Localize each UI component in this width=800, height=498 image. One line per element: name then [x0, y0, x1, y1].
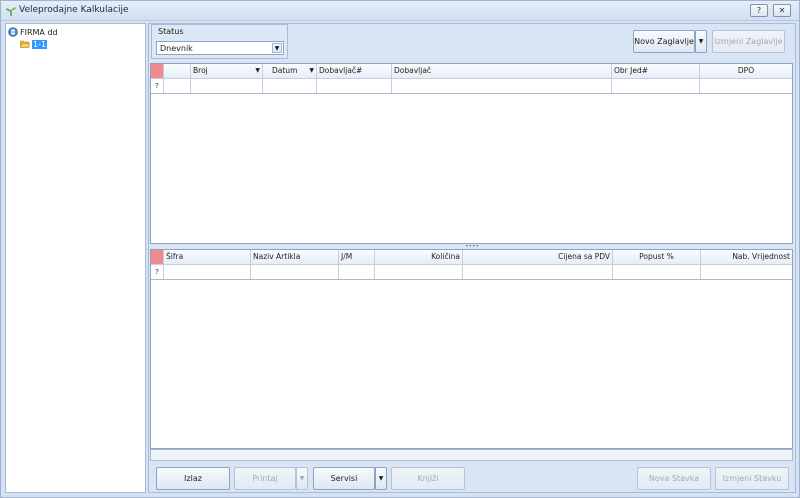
print-button[interactable]: Printaj: [234, 467, 296, 490]
status-group: Status Dnevnik ▼: [151, 24, 288, 59]
filter-cell[interactable]: [317, 79, 392, 93]
chevron-down-icon[interactable]: ▼: [272, 43, 282, 53]
services-button[interactable]: Servisi: [313, 467, 375, 490]
chevron-down-icon[interactable]: ▼: [309, 64, 314, 78]
column-header-dobavljac[interactable]: Dobavljač: [392, 64, 612, 78]
new-header-dropdown[interactable]: ▼: [695, 30, 707, 53]
title-bar: Veleprodajne Kalkulacije ? ✕: [1, 1, 799, 21]
column-header-datum-label: Datum: [272, 66, 298, 75]
items-grid-columns: Šifra Naziv Artikla J/M Količina Cijena …: [151, 250, 792, 265]
column-header-dobavljac-id[interactable]: Dobavljač#: [317, 64, 392, 78]
bottom-toolbar: Izlaz Printaj ▼ Servisi ▼ Knjiži Nova St…: [149, 464, 795, 492]
filter-cell[interactable]: [164, 79, 191, 93]
filter-cell[interactable]: [251, 265, 339, 279]
filter-cell[interactable]: [164, 265, 251, 279]
filter-cell[interactable]: [613, 265, 701, 279]
post-button[interactable]: Knjiži: [391, 467, 465, 490]
tree-panel: FIRMA dd 1-1: [5, 23, 146, 493]
status-caption: Status: [158, 27, 184, 36]
print-dropdown[interactable]: ▼: [296, 467, 308, 490]
status-select[interactable]: Dnevnik ▼: [156, 41, 284, 55]
close-button[interactable]: ✕: [773, 4, 791, 17]
new-header-button[interactable]: Novo Zaglavlje: [633, 30, 695, 53]
header-grid-columns: Broj ▼ Datum ▼ Dobavljač# Dobavljač Obr Je…: [151, 64, 792, 79]
filter-cell[interactable]: [392, 79, 612, 93]
exit-button[interactable]: Izlaz: [156, 467, 230, 490]
filter-cell[interactable]: [463, 265, 613, 279]
help-button[interactable]: ?: [750, 4, 768, 17]
folder-open-icon: [20, 40, 30, 48]
database-icon: [8, 27, 18, 37]
column-header-sifra[interactable]: Šifra: [164, 250, 251, 264]
horizontal-scrollbar[interactable]: [150, 449, 793, 461]
main-window: Veleprodajne Kalkulacije ? ✕ FIRMA dd 1-…: [0, 0, 800, 498]
column-header-kolicina[interactable]: Količina: [375, 250, 463, 264]
tree-node-root-label: FIRMA dd: [20, 27, 58, 37]
edit-item-button[interactable]: Izmjeni Stavku: [715, 467, 789, 490]
row-indicator: [151, 64, 164, 78]
filter-icon: ?: [151, 79, 164, 93]
window-title: Veleprodajne Kalkulacije: [19, 5, 129, 15]
column-header-nab-vrijednost[interactable]: Nab. Vrijednost: [701, 250, 792, 264]
filter-cell[interactable]: [701, 265, 792, 279]
column-header-broj-label: Broj: [193, 66, 208, 75]
column-header-broj[interactable]: Broj ▼: [191, 64, 263, 78]
column-header-popust[interactable]: Popust %: [613, 250, 701, 264]
status-select-value: Dnevnik: [160, 44, 193, 53]
filter-cell[interactable]: [612, 79, 700, 93]
plant-icon: [6, 7, 16, 16]
column-header-obr-jed[interactable]: Obr Jed#: [612, 64, 700, 78]
header-grid-filter-row: ?: [151, 79, 792, 94]
chevron-down-icon[interactable]: ▼: [255, 64, 260, 78]
column-header-datum[interactable]: Datum ▼: [263, 64, 317, 78]
filter-cell[interactable]: [700, 79, 792, 93]
items-grid-filter-row: ?: [151, 265, 792, 280]
row-indicator: [151, 250, 164, 264]
column-header-naziv-artikla[interactable]: Naziv Artikla: [251, 250, 339, 264]
filter-cell[interactable]: [191, 79, 263, 93]
tree-node-child[interactable]: 1-1: [20, 38, 48, 50]
filter-cell[interactable]: [339, 265, 375, 279]
column-header-jm[interactable]: J/M: [339, 250, 375, 264]
tree-node-child-label: 1-1: [32, 39, 48, 49]
header-grid: Broj ▼ Datum ▼ Dobavljač# Dobavljač Obr Je…: [150, 63, 793, 244]
column-header-select[interactable]: [164, 64, 191, 78]
column-header-cijena[interactable]: Cijena sa PDV: [463, 250, 613, 264]
column-header-dpo[interactable]: DPO: [700, 64, 792, 78]
filter-cell[interactable]: [375, 265, 463, 279]
edit-header-button[interactable]: Izmjeni Zaglavlje: [712, 30, 785, 53]
content-panel: Status Dnevnik ▼ Novo Zaglavlje ▼ Izmjen…: [148, 23, 796, 493]
services-dropdown[interactable]: ▼: [375, 467, 387, 490]
items-grid: Šifra Naziv Artikla J/M Količina Cijena …: [150, 249, 793, 449]
tree-node-root[interactable]: FIRMA dd: [8, 26, 58, 38]
filter-cell[interactable]: [263, 79, 317, 93]
new-item-button[interactable]: Nova Stavka: [637, 467, 711, 490]
filter-icon: ?: [151, 265, 164, 279]
